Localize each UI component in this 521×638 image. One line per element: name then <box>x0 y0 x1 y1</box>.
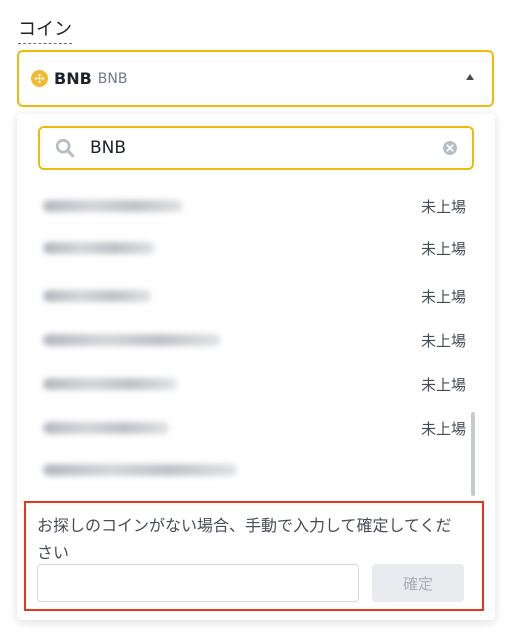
listing-status: 未上場 <box>420 376 466 394</box>
blurred-coin-name <box>43 290 151 302</box>
bnb-coin-icon <box>31 70 48 87</box>
clear-icon[interactable] <box>442 140 458 156</box>
listing-status: 未上場 <box>420 420 466 438</box>
blurred-coin-name <box>43 422 169 434</box>
listing-status: 未上場 <box>420 240 466 258</box>
blurred-coin-name <box>43 242 155 254</box>
manual-entry-section: お探しのコインがない場合、手動で入力して確定してください 確定 <box>24 501 484 611</box>
result-row[interactable]: 未上場 <box>17 192 495 222</box>
blurred-coin-name <box>43 378 177 390</box>
listing-status: 未上場 <box>420 288 466 306</box>
coin-selector-page: コイン BNB BNB BNB 未上場 未上場 未上場 未上場 未上場 未上場 … <box>0 0 521 638</box>
result-row[interactable]: 未上場 <box>17 234 495 264</box>
blurred-coin-name <box>43 200 183 212</box>
coin-search-input[interactable]: BNB <box>38 126 474 170</box>
dropdown-scrollbar[interactable] <box>471 412 475 496</box>
result-row[interactable]: 未上場 <box>17 414 495 444</box>
coin-field-label: コイン <box>18 18 72 44</box>
search-query-text: BNB <box>90 138 127 158</box>
result-row[interactable]: 未上場 <box>17 326 495 356</box>
result-row[interactable]: 未上場 <box>17 282 495 312</box>
result-row[interactable]: 未上場 <box>17 370 495 400</box>
listing-status: 未上場 <box>420 332 466 350</box>
blurred-coin-name <box>43 334 221 346</box>
caret-up-icon[interactable] <box>466 74 474 80</box>
coin-dropdown-panel: BNB 未上場 未上場 未上場 未上場 未上場 未上場 お探しのコインがない場合… <box>17 114 495 620</box>
selected-coin-name: BNB <box>97 70 128 87</box>
blurred-coin-name <box>43 464 237 476</box>
selected-coin-symbol: BNB <box>54 69 92 88</box>
confirm-button[interactable]: 確定 <box>372 564 464 602</box>
manual-entry-prompt: お探しのコインがない場合、手動で入力して確定してください <box>37 516 452 562</box>
result-row[interactable] <box>17 456 495 486</box>
search-icon <box>55 138 75 158</box>
listing-status: 未上場 <box>420 198 466 216</box>
coin-select[interactable]: BNB BNB <box>17 50 494 107</box>
manual-coin-input[interactable] <box>37 564 359 602</box>
